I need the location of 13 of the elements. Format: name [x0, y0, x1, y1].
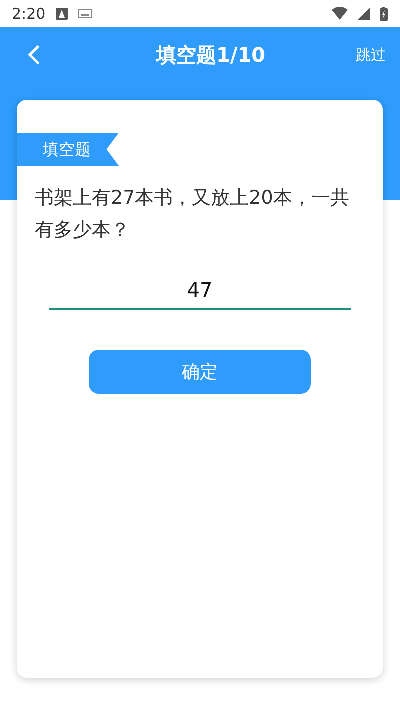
keyboard-icon [78, 9, 92, 18]
question-type-tag: 填空题 [17, 133, 119, 166]
skip-button[interactable]: 跳过 [356, 46, 386, 64]
page-title: 填空题1/10 [154, 42, 267, 68]
question-text: 书架上有27本书，又放上20本，一共有多少本？ [35, 186, 350, 243]
notification-icon [56, 8, 68, 20]
confirm-button[interactable]: 确定 [89, 350, 311, 394]
battery-icon [380, 6, 388, 20]
wifi-icon [332, 7, 348, 20]
answer-field[interactable]: 47 [49, 272, 351, 310]
status-time: 2:20 [12, 4, 46, 22]
signal-icon [358, 8, 370, 20]
chevron-left-icon [28, 45, 40, 65]
